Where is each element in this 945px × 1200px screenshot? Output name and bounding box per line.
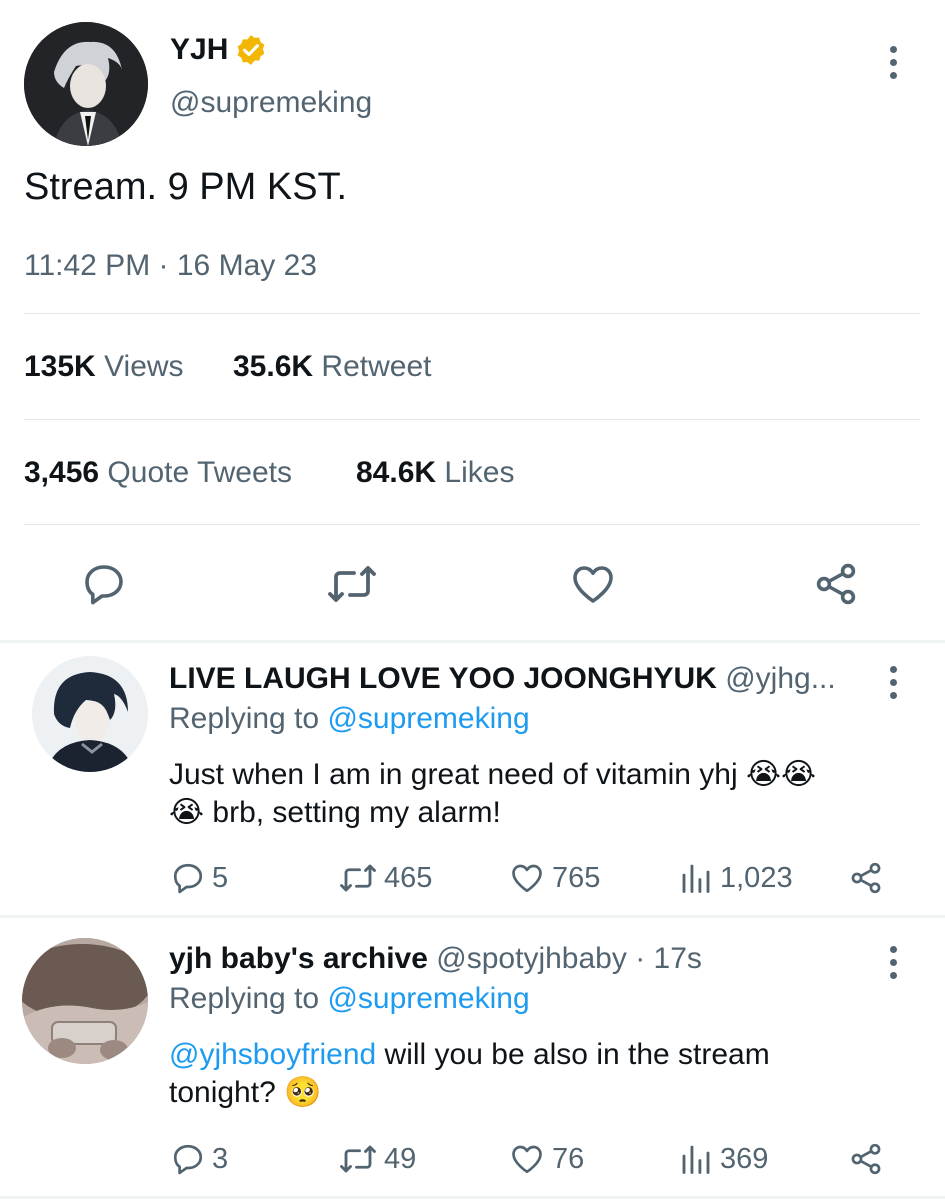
replying-to-label: Replying to [169,982,320,1015]
tweet-more-icon[interactable] [886,46,900,79]
likes-label: Likes [444,456,515,489]
reply-icon [85,565,123,605]
reply-author-handle[interactable]: @spotyjhbaby [436,942,627,975]
views-count: 369 [720,1142,769,1175]
reply-avatar-image [32,656,148,772]
replying-to-link[interactable]: @supremeking [327,702,529,735]
reply-text-line: tonight? 🥺 [169,1076,322,1109]
retweet-button[interactable] [326,560,378,613]
replying-to: Replying to @supremeking [169,982,530,1016]
heart-icon [573,566,613,603]
quotes-count: 3,456 [24,456,100,489]
reply-icon [173,1144,203,1175]
reply-icon [173,863,203,894]
reply-count: 3 [212,1142,229,1175]
reply-share-button[interactable] [848,1141,884,1182]
tweet-date: 16 May 23 [176,249,317,282]
mention-link[interactable]: @yjhsboyfriend [169,1038,376,1071]
reply-text-line: @yjhsboyfriend will you be also in the s… [169,1036,770,1074]
reply-more-icon[interactable] [886,946,900,979]
divider [24,313,920,314]
retweet-icon [340,1145,376,1173]
reply-like-button[interactable]: 76 [508,1141,584,1177]
reply-more-icon[interactable] [886,666,900,699]
share-icon [816,563,856,605]
like-button[interactable] [568,560,618,613]
author-name[interactable]: YJH [170,33,228,67]
views-icon [682,864,710,893]
heart-icon [512,864,542,893]
likes-stat[interactable]: 84.6K Likes [356,456,514,490]
tweet-text: Stream. 9 PM KST. [24,166,348,208]
views-icon [682,1145,710,1174]
reply-header: LIVE LAUGH LOVE YOO JOONGHYUK @yjhg... [169,662,836,696]
reply-retweet-button[interactable]: 465 [338,860,432,896]
share-icon [851,1143,881,1175]
quotes-stat[interactable]: 3,456 Quote Tweets [24,456,292,490]
reply-author-name[interactable]: LIVE LAUGH LOVE YOO JOONGHYUK [169,662,717,695]
replying-to-link[interactable]: @supremeking [327,982,529,1015]
reply-views-button[interactable]: 369 [678,1141,768,1177]
reply-text: @yjhsboyfriend will you be also in the s… [169,1036,770,1112]
views-label: Views [104,350,184,383]
views-count: 1,023 [720,861,793,894]
retweet-count: 465 [384,861,433,894]
reply-author-handle[interactable]: @yjhg... [725,662,836,695]
author-handle[interactable]: @supremeking [170,86,372,120]
tweet-timestamp[interactable]: 11:42 PM · 16 May 23 [24,249,317,283]
reply-text-line: Just when I am in great need of vitamin … [169,758,817,791]
likes-count: 84.6K [356,456,437,489]
divider [24,419,920,420]
verified-badge-icon [234,33,268,72]
reply-text-line: 😭 brb, setting my alarm! [169,796,501,829]
like-count: 765 [552,861,601,894]
reply-button[interactable] [80,560,128,613]
reply-time[interactable]: 17s [654,942,702,975]
reply-share-button[interactable] [848,860,884,901]
views-stat[interactable]: 135K Views [24,350,184,384]
heart-icon [512,1145,542,1174]
views-count: 135K [24,350,96,383]
retweet-icon [328,566,376,602]
retweet-icon [340,864,376,892]
reply-text-fragment: will you be also in the stream [376,1038,770,1071]
divider [0,640,945,643]
author-avatar[interactable] [24,22,148,146]
header-separator: · [635,942,646,975]
divider [0,1196,945,1199]
retweets-label: Retweet [321,350,432,383]
reply-like-button[interactable]: 765 [508,860,600,896]
quotes-label: Quote Tweets [107,456,292,489]
reply-reply-button[interactable]: 3 [170,1141,228,1177]
reply-retweet-button[interactable]: 49 [338,1141,416,1177]
reply-views-button[interactable]: 1,023 [678,860,793,896]
tweet-time: 11:42 PM [24,249,151,282]
reply-header: yjh baby's archive @spotyjhbaby · 17s [169,942,702,976]
share-icon [851,862,881,894]
divider [0,915,945,918]
retweet-count: 49 [384,1142,417,1175]
tweet-detail-page: YJH @supremeking Stream. 9 PM KST. 11:42… [0,0,945,1200]
replying-to-label: Replying to [169,702,320,735]
retweets-stat[interactable]: 35.6K Retweet [233,350,431,384]
reply-avatar[interactable] [22,938,148,1064]
author-avatar-image [24,22,148,146]
reply-avatar[interactable] [32,656,148,772]
reply-reply-button[interactable]: 5 [170,860,228,896]
retweets-count: 35.6K [233,350,314,383]
timestamp-separator: · [158,249,169,282]
replying-to: Replying to @supremeking [169,702,530,736]
divider [24,524,920,525]
reply-text: Just when I am in great need of vitamin … [169,756,816,832]
reply-author-name[interactable]: yjh baby's archive [169,942,428,975]
share-button[interactable] [812,560,860,613]
reply-count: 5 [212,861,229,894]
like-count: 76 [552,1142,585,1175]
reply-avatar-image [22,938,148,1064]
